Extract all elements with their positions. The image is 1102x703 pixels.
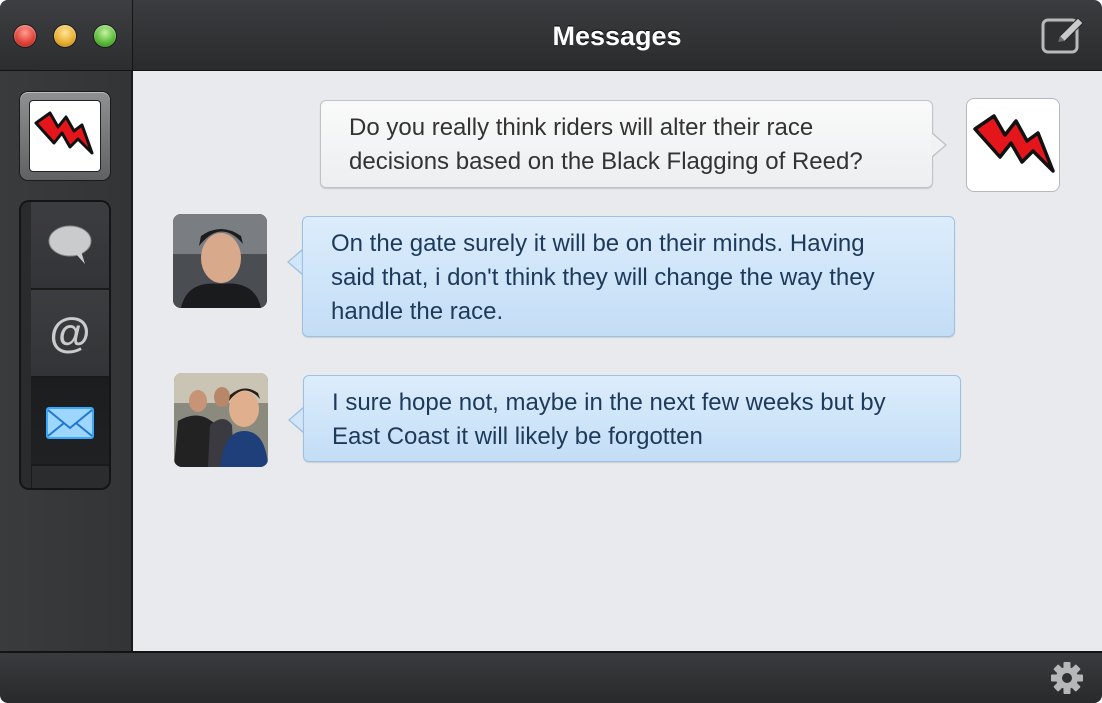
nav-conversations[interactable] bbox=[31, 202, 109, 290]
message-list: Do you really think riders will alter th… bbox=[133, 71, 1102, 651]
message-text-line: East Coast it will likely be forgotten bbox=[332, 423, 703, 450]
messages-window: Messages @ Do you really think riders wi… bbox=[0, 0, 1102, 703]
message-text-line: decisions based on the Black Flagging of… bbox=[349, 148, 863, 175]
close-button[interactable] bbox=[14, 25, 36, 47]
window-title: Messages bbox=[552, 21, 682, 51]
gear-icon[interactable] bbox=[1050, 661, 1084, 695]
nav-direct-messages[interactable] bbox=[31, 378, 109, 466]
user-photo-icon bbox=[173, 214, 267, 308]
avatar-user-2[interactable] bbox=[174, 373, 268, 467]
message-bubble-incoming[interactable]: I sure hope not, maybe in the next few w… bbox=[303, 375, 961, 462]
at-sign-icon: @ bbox=[50, 310, 91, 356]
minimize-button[interactable] bbox=[54, 25, 76, 47]
zoom-button[interactable] bbox=[94, 25, 116, 47]
title-bar: Messages bbox=[0, 0, 1102, 71]
avatar-self[interactable] bbox=[966, 98, 1060, 192]
bottom-toolbar bbox=[0, 651, 1102, 703]
user-photo-icon bbox=[174, 373, 268, 467]
svg-text:@: @ bbox=[50, 310, 91, 356]
bubble-tail bbox=[289, 250, 303, 274]
speech-bubble-icon bbox=[48, 225, 92, 264]
message-bubble-incoming[interactable]: On the gate surely it will be on their m… bbox=[302, 216, 955, 337]
bubble-tail bbox=[931, 133, 945, 157]
logo-icon bbox=[973, 114, 1055, 173]
message-text-line: said that, i don't think they will chang… bbox=[331, 264, 875, 291]
sidebar: @ bbox=[0, 71, 133, 651]
nav-group: @ bbox=[21, 202, 109, 488]
nav-mentions[interactable]: @ bbox=[31, 290, 109, 378]
profile-button[interactable] bbox=[20, 92, 110, 180]
message-text-line: Do you really think riders will alter th… bbox=[349, 114, 814, 141]
logo-icon bbox=[29, 100, 101, 172]
bubble-tail bbox=[290, 408, 304, 432]
avatar-user-1[interactable] bbox=[173, 214, 267, 308]
message-text-line: handle the race. bbox=[331, 298, 504, 325]
compose-icon[interactable] bbox=[1040, 14, 1086, 56]
message-text-line: On the gate surely it will be on their m… bbox=[331, 230, 865, 257]
message-bubble-outgoing[interactable]: Do you really think riders will alter th… bbox=[320, 100, 933, 188]
message-text-line: I sure hope not, maybe in the next few w… bbox=[332, 389, 886, 416]
envelope-icon bbox=[46, 407, 94, 439]
